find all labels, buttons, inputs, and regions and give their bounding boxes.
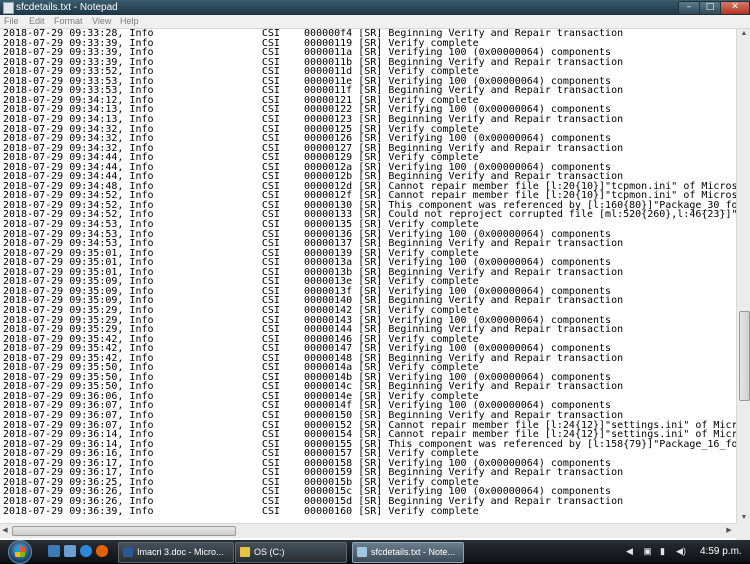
clock[interactable]: 4:59 p.m. xyxy=(700,540,742,563)
horizontal-scroll-thumb[interactable] xyxy=(12,526,236,536)
battery-icon[interactable]: ▮ xyxy=(658,547,667,556)
vertical-scrollbar[interactable]: ▲ ▼ xyxy=(736,29,750,523)
taskbar-item-label: OS (C:) xyxy=(254,547,285,557)
desktop-icon[interactable] xyxy=(48,545,60,557)
firefox-icon[interactable] xyxy=(96,545,108,557)
taskbar-item-drive[interactable]: OS (C:) xyxy=(235,542,347,563)
scroll-left-arrow-icon[interactable]: ◀ xyxy=(0,525,10,537)
word-doc-icon xyxy=(123,547,133,557)
close-button[interactable]: ✕ xyxy=(720,1,750,15)
menu-view[interactable]: View xyxy=(92,15,111,28)
window-title: sfcdetails.txt - Notepad xyxy=(16,2,118,13)
maximize-button[interactable]: □ xyxy=(699,1,721,15)
horizontal-scrollbar[interactable]: ◀ ▶ xyxy=(0,523,736,538)
tray-chevron-icon[interactable]: ◀ xyxy=(625,547,634,556)
resize-grip[interactable] xyxy=(736,523,750,540)
taskbar-item-label: Imacri 3.doc - Micro... xyxy=(137,547,224,557)
scroll-down-arrow-icon[interactable]: ▼ xyxy=(737,513,750,523)
scroll-up-arrow-icon[interactable]: ▲ xyxy=(737,29,750,39)
volume-icon[interactable]: ◀) xyxy=(673,547,689,556)
folder-icon xyxy=(240,547,250,557)
menu-format[interactable]: Format xyxy=(54,15,83,28)
menu-bar: File Edit Format View Help xyxy=(0,15,750,29)
log-line: 2018-07-29 09:36:39, Info CSI 00000160 [… xyxy=(3,505,479,517)
minimize-button[interactable]: – xyxy=(678,1,700,15)
text-editor-area[interactable]: 2018-07-29 09:33:28, Info CSI 000000f4 [… xyxy=(0,29,736,523)
menu-edit[interactable]: Edit xyxy=(29,15,45,28)
title-bar[interactable]: sfcdetails.txt - Notepad – □ ✕ xyxy=(0,0,750,15)
menu-help[interactable]: Help xyxy=(120,15,139,28)
taskbar: Imacri 3.doc - Micro... OS (C:) sfcdetai… xyxy=(0,540,750,564)
taskbar-item-word[interactable]: Imacri 3.doc - Micro... xyxy=(118,542,234,563)
taskbar-item-label: sfcdetails.txt - Note... xyxy=(371,547,456,557)
network-icon[interactable]: ▣ xyxy=(643,547,652,556)
notepad-window: sfcdetails.txt - Notepad – □ ✕ File Edit… xyxy=(0,0,750,540)
notepad-icon xyxy=(357,547,367,557)
scroll-right-arrow-icon[interactable]: ▶ xyxy=(724,525,734,537)
vertical-scroll-thumb[interactable] xyxy=(739,311,750,401)
windows-logo-icon xyxy=(15,547,25,557)
start-button[interactable] xyxy=(8,540,32,564)
taskbar-item-notepad[interactable]: sfcdetails.txt - Note... xyxy=(352,542,464,563)
notepad-icon xyxy=(3,2,14,14)
menu-file[interactable]: File xyxy=(4,15,19,28)
ie-icon[interactable] xyxy=(80,545,92,557)
explorer-icon[interactable] xyxy=(64,545,76,557)
